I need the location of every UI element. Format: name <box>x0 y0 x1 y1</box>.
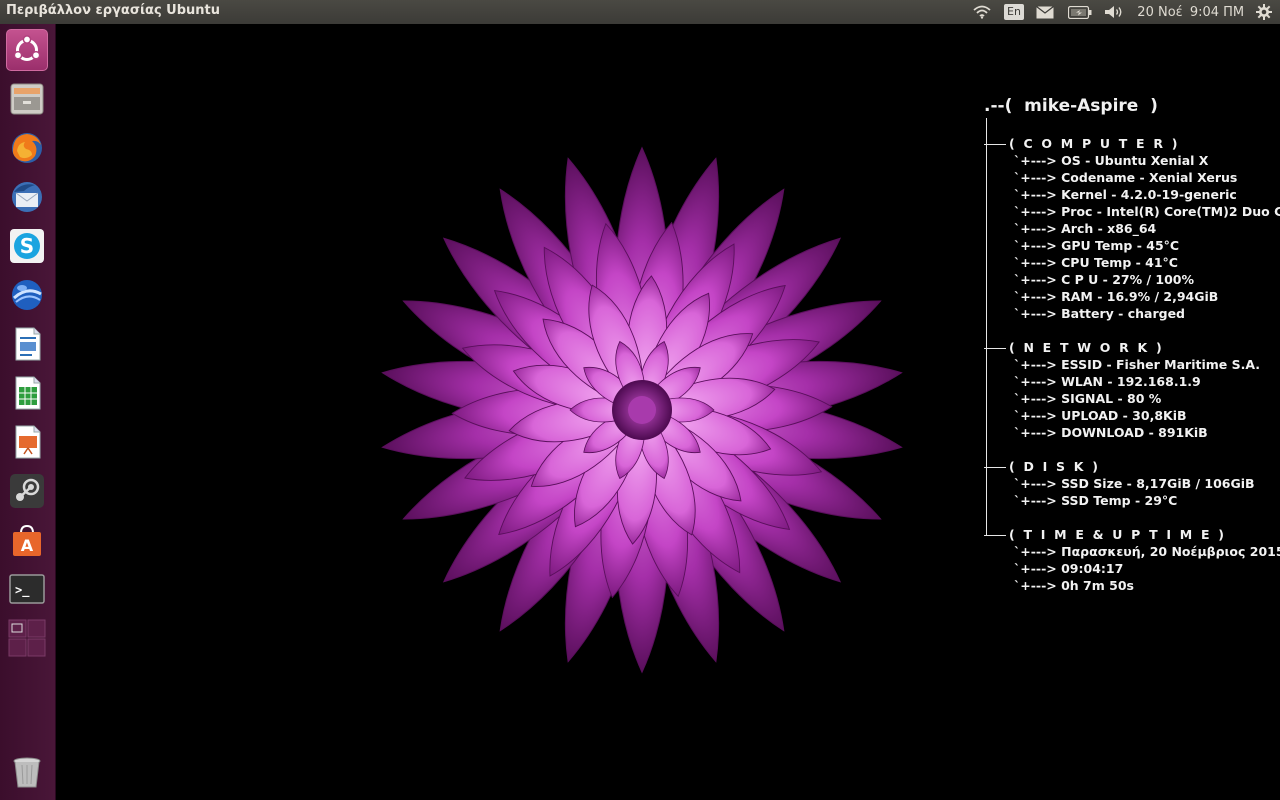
files-launcher-item[interactable] <box>6 78 48 120</box>
skype-launcher-item[interactable]: S <box>6 225 48 267</box>
conky-section-title: ( C O M P U T E R ) <box>984 135 1180 152</box>
tree-branch <box>984 348 1006 349</box>
conky-section-title: ( D I S K ) <box>984 458 1100 475</box>
keyboard-layout-label: En <box>1004 4 1024 20</box>
conky-item: `+---> Kernel - 4.2.0-19-generic <box>1014 187 1237 202</box>
conky-item: `+---> SSD Size - 8,17GiB / 106GiB <box>1014 476 1255 491</box>
clock-date-label: 20 Νοέ <box>1137 4 1183 20</box>
battery-icon[interactable] <box>1066 0 1094 24</box>
impress-icon <box>15 425 41 459</box>
clock-time-label: 9:04 ΠΜ <box>1189 4 1245 20</box>
skype-icon: S <box>10 229 44 263</box>
wallpaper-flower <box>380 147 907 673</box>
google-earth-launcher-item[interactable] <box>6 274 48 316</box>
conky-item: `+---> 0h 7m 50s <box>1014 578 1134 593</box>
steam-launcher-item[interactable] <box>6 470 48 512</box>
conky-item: `+---> Battery - charged <box>1014 306 1185 321</box>
terminal-launcher-item[interactable]: >_ <box>6 568 48 610</box>
top-panel: Περιβάλλον εργασίας Ubuntu En 20 Νοέ 9:0… <box>0 0 1280 24</box>
conky-item: `+---> DOWNLOAD - 891KiB <box>1014 425 1208 440</box>
conky-item: `+---> RAM - 16.9% / 2,94GiB <box>1014 289 1219 304</box>
google-earth-icon <box>12 280 42 310</box>
section-title-text: ( N E T W O R K ) <box>1009 340 1164 355</box>
conky-item: `+---> WLAN - 192.168.1.9 <box>1014 374 1201 389</box>
terminal-icon: >_ <box>9 574 45 604</box>
calc-icon <box>15 376 41 410</box>
launcher: S A >_ <box>0 24 56 800</box>
thunderbird-icon <box>12 182 42 212</box>
conky-item: `+---> 09:04:17 <box>1014 561 1124 576</box>
tree-branch <box>984 467 1006 468</box>
conky-item: `+---> UPLOAD - 30,8KiB <box>1014 408 1187 423</box>
conky-item: `+---> ESSID - Fisher Maritime S.A. <box>1014 357 1261 372</box>
svg-text:S: S <box>20 234 34 258</box>
libreoffice-calc-launcher-item[interactable] <box>6 372 48 414</box>
firefox-icon <box>12 133 42 163</box>
firefox-launcher-item[interactable] <box>6 127 48 169</box>
tree-branch <box>984 144 1006 145</box>
svg-text:A: A <box>21 536 34 555</box>
conky-item: `+---> CPU Temp - 41°C <box>1014 255 1178 270</box>
conky-item: `+---> Proc - Intel(R) Core(TM)2 Duo CPU <box>1014 204 1280 219</box>
conky-item: `+---> Παρασκευή, 20 Νοέμβριος 2015 <box>1014 544 1280 559</box>
file-cabinet-icon <box>10 83 44 115</box>
clock-time[interactable]: 9:04 ΠΜ <box>1186 0 1248 24</box>
conky-item: `+---> C P U - 27% / 100% <box>1014 272 1194 287</box>
writer-icon <box>15 327 41 361</box>
tree-connector <box>986 322 987 441</box>
steam-icon <box>10 474 44 508</box>
conky-item: `+---> Arch - x86_64 <box>1014 221 1157 236</box>
conky-section-title: ( T I M E & U P T I M E ) <box>984 526 1226 543</box>
ubuntu-dash-button[interactable] <box>6 29 48 71</box>
section-title-text: ( D I S K ) <box>1009 459 1101 474</box>
tree-connector <box>986 509 987 535</box>
conky-item: `+---> GPU Temp - 45°C <box>1014 238 1180 253</box>
trash-icon <box>13 757 41 788</box>
conky-system-monitor: .--( mike-Aspire ) ( C O M P U T E R ) `+… <box>984 96 1280 596</box>
conky-item: `+---> SSD Temp - 29°C <box>1014 493 1178 508</box>
shopping-bag-icon: A <box>13 524 41 556</box>
gear-icon[interactable] <box>1252 0 1276 24</box>
thunderbird-launcher-item[interactable] <box>6 176 48 218</box>
ubuntu-logo-icon <box>13 35 41 61</box>
section-title-text: ( C O M P U T E R ) <box>1009 136 1180 151</box>
trash-launcher-item[interactable] <box>6 751 48 793</box>
workspace-icon <box>8 619 46 657</box>
software-center-launcher-item[interactable]: A <box>6 519 48 561</box>
keyboard-layout-indicator[interactable]: En <box>1002 0 1026 24</box>
conky-item: `+---> OS - Ubuntu Xenial X <box>1014 153 1209 168</box>
svg-text:>_: >_ <box>15 583 30 598</box>
panel-title: Περιβάλλον εργασίας Ubuntu <box>6 3 221 18</box>
libreoffice-impress-launcher-item[interactable] <box>6 421 48 463</box>
tree-connector <box>986 441 987 509</box>
mail-icon[interactable] <box>1034 0 1056 24</box>
libreoffice-writer-launcher-item[interactable] <box>6 323 48 365</box>
section-title-text: ( T I M E & U P T I M E ) <box>1009 527 1227 542</box>
wifi-icon[interactable] <box>970 0 994 24</box>
conky-tree: ( C O M P U T E R ) `+---> OS - Ubuntu Xe… <box>984 106 1280 596</box>
conky-section-title: ( N E T W O R K ) <box>984 339 1164 356</box>
workspace-switcher-launcher-item[interactable] <box>6 617 48 659</box>
clock-date[interactable]: 20 Νοέ <box>1134 0 1186 24</box>
tree-branch <box>984 535 1006 536</box>
tree-connector <box>986 118 987 322</box>
conky-item: `+---> SIGNAL - 80 % <box>1014 391 1162 406</box>
volume-icon[interactable] <box>1102 0 1126 24</box>
conky-item: `+---> Codename - Xenial Xerus <box>1014 170 1238 185</box>
